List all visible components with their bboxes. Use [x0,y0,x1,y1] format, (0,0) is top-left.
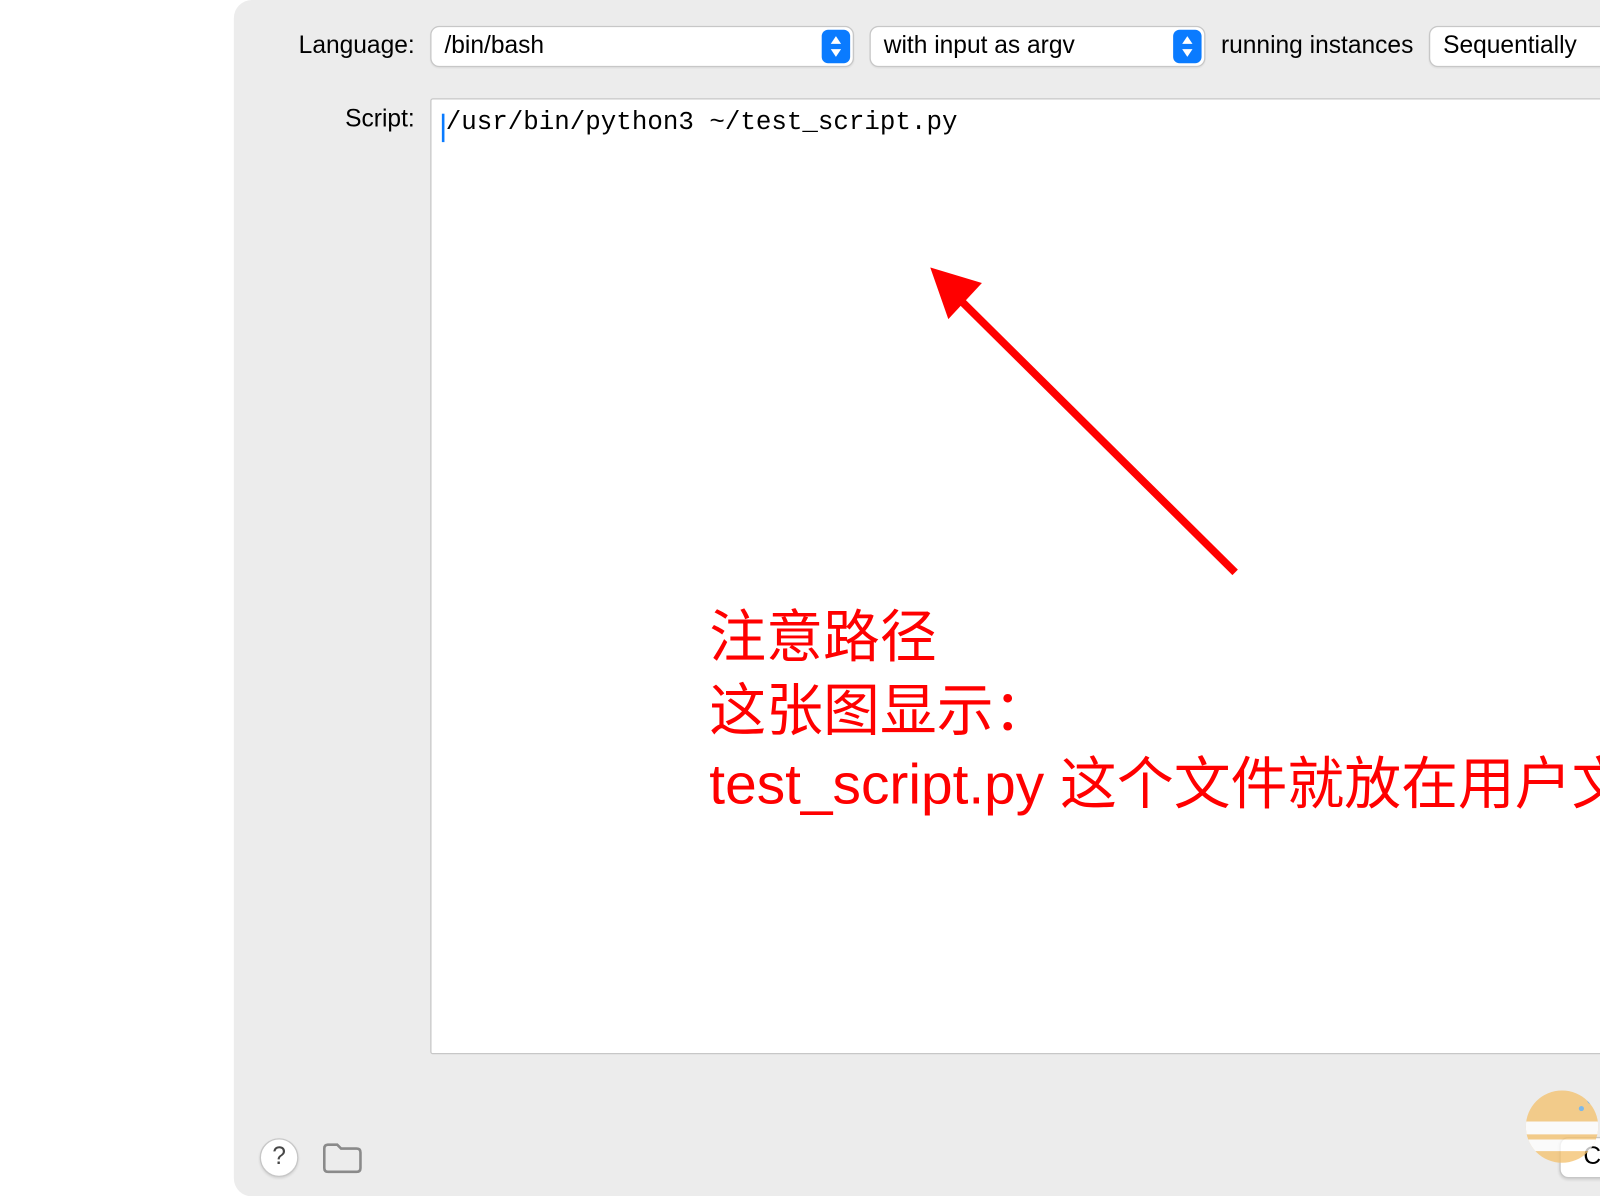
instances-value: Sequentially [1443,32,1577,60]
script-textarea[interactable]: /usr/bin/python3 ~/test_script.py 注意路径 这… [430,98,1600,1054]
preferences-window: Language: /bin/bash with input as argv r… [234,0,1600,1196]
help-icon: ? [272,1143,286,1171]
reveal-folder-button[interactable] [319,1138,366,1177]
annotation-arrow [930,267,1318,603]
updown-icon [822,30,850,64]
language-label: Language: [260,32,415,60]
updown-icon [1173,30,1201,64]
language-select-value: /bin/bash [444,32,544,60]
text-cursor [442,114,445,142]
annotation-line1: 注意路径 [709,601,1600,675]
bottom-bar: ? Cancel Save [260,1137,1600,1178]
annotation-line2: 这张图显示： [709,675,1600,749]
annotation-line3: test_script.py 这个文件就放在用户文件夹下 [709,749,1600,823]
instances-select[interactable]: Sequentially [1429,26,1600,67]
language-select[interactable]: /bin/bash [430,26,854,67]
script-row: Script: /usr/bin/python3 ~/test_script.p… [260,98,1600,1054]
help-button[interactable]: ? [260,1138,299,1177]
watermark: PKMER [1525,1090,1600,1162]
watermark-logo-icon [1525,1090,1597,1162]
input-mode-value: with input as argv [884,32,1075,60]
running-instances-label: running instances [1221,32,1413,60]
script-content: /usr/bin/python3 ~/test_script.py [446,109,958,139]
annotation-text: 注意路径 这张图显示： test_script.py 这个文件就放在用户文件夹下 [709,601,1600,823]
top-config-row: Language: /bin/bash with input as argv r… [260,26,1600,67]
folder-icon [322,1141,363,1175]
input-mode-select[interactable]: with input as argv [870,26,1206,67]
bottom-left-group: ? [260,1138,366,1177]
script-label: Script: [260,98,415,134]
